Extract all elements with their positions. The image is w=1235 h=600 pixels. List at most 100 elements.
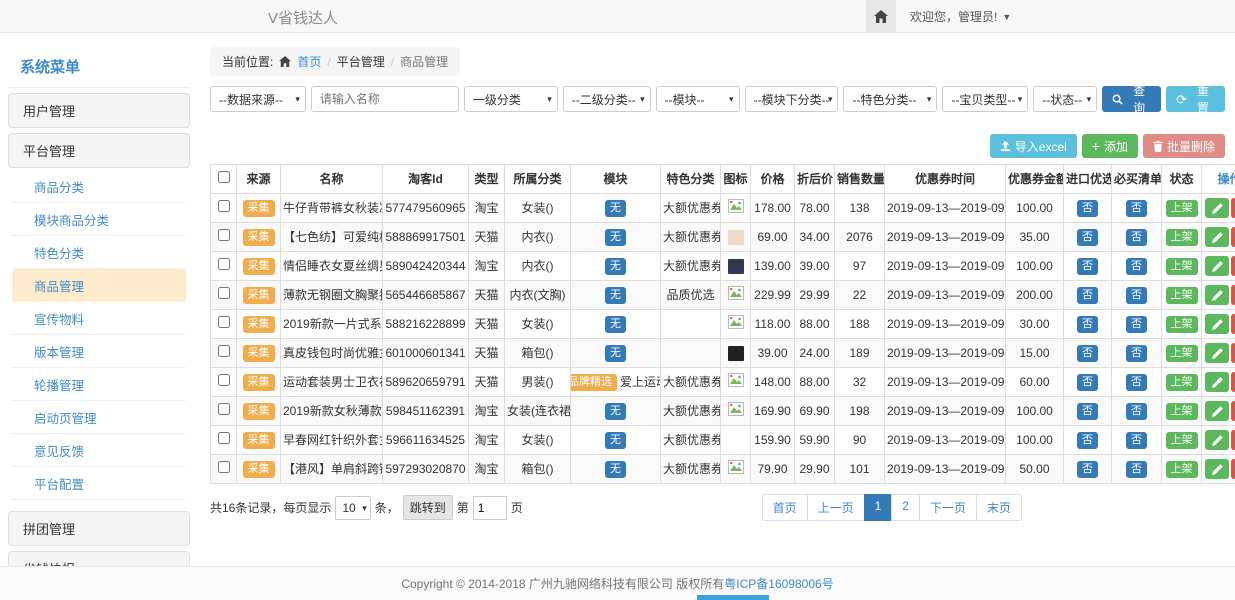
import-select-badge[interactable]: 否 <box>1077 374 1098 391</box>
sidebar-item-平台配置[interactable]: 平台配置 <box>12 467 186 500</box>
edit-button[interactable] <box>1205 285 1229 305</box>
row-checkbox[interactable] <box>218 258 230 270</box>
edit-button[interactable] <box>1205 343 1229 363</box>
edit-button[interactable] <box>1205 198 1229 218</box>
sidebar-item-模块商品分类[interactable]: 模块商品分类 <box>12 203 186 236</box>
import-select-badge[interactable]: 否 <box>1077 229 1098 246</box>
must-buy-badge[interactable]: 否 <box>1126 200 1147 217</box>
filter-select-data-source[interactable]: --数据来源-- <box>210 86 306 112</box>
must-buy-badge[interactable]: 否 <box>1126 432 1147 449</box>
sidebar-item-轮播管理[interactable]: 轮播管理 <box>12 368 186 401</box>
row-checkbox[interactable] <box>218 229 230 241</box>
import-select-badge[interactable]: 否 <box>1077 403 1098 420</box>
pager-item-1[interactable]: 1 <box>864 494 893 521</box>
import-select-badge[interactable]: 否 <box>1077 316 1098 333</box>
status-badge[interactable]: 上架 <box>1166 345 1198 362</box>
must-buy-badge[interactable]: 否 <box>1126 229 1147 246</box>
must-buy-badge[interactable]: 否 <box>1126 316 1147 333</box>
sidebar-item-版本管理[interactable]: 版本管理 <box>12 335 186 368</box>
edit-button[interactable] <box>1205 256 1229 276</box>
sidebar-item-宣传物料[interactable]: 宣传物料 <box>12 302 186 335</box>
bulk-delete-button[interactable]: 批量删除 <box>1143 134 1225 158</box>
must-buy-badge[interactable]: 否 <box>1126 345 1147 362</box>
status-badge[interactable]: 上架 <box>1166 287 1198 304</box>
delete-button[interactable] <box>1231 372 1235 392</box>
must-buy-badge[interactable]: 否 <box>1126 403 1147 420</box>
user-menu[interactable]: 欢迎您，管理员! ▼ <box>910 8 1011 25</box>
edit-button[interactable] <box>1205 430 1229 450</box>
import-select-badge[interactable]: 否 <box>1077 461 1098 478</box>
row-checkbox[interactable] <box>218 345 230 357</box>
status-badge[interactable]: 上架 <box>1166 316 1198 333</box>
page-size-select[interactable]: 10 <box>335 496 370 520</box>
status-badge[interactable]: 上架 <box>1166 258 1198 275</box>
delete-button[interactable] <box>1231 343 1235 363</box>
delete-button[interactable] <box>1231 285 1235 305</box>
import-select-badge[interactable]: 否 <box>1077 258 1098 275</box>
filter-select-status[interactable]: --状态-- <box>1033 86 1097 112</box>
pager-item-下一页[interactable]: 下一页 <box>919 494 977 521</box>
sidebar-group-平台管理[interactable]: 平台管理 <box>8 133 190 168</box>
filter-select-item-type[interactable]: --宝贝类型-- <box>942 86 1028 112</box>
must-buy-badge[interactable]: 否 <box>1126 258 1147 275</box>
delete-button[interactable] <box>1231 314 1235 334</box>
pager-item-上一页[interactable]: 上一页 <box>807 494 865 521</box>
must-buy-badge[interactable]: 否 <box>1126 287 1147 304</box>
row-checkbox[interactable] <box>218 374 230 386</box>
import-select-badge[interactable]: 否 <box>1077 345 1098 362</box>
filter-select-level2-category[interactable]: --二级分类-- <box>563 86 651 112</box>
filter-select-feature-category[interactable]: --特色分类-- <box>843 86 937 112</box>
status-badge[interactable]: 上架 <box>1166 461 1198 478</box>
delete-button[interactable] <box>1231 401 1235 421</box>
delete-button[interactable] <box>1231 430 1235 450</box>
edit-button[interactable] <box>1205 372 1229 392</box>
row-checkbox[interactable] <box>218 200 230 212</box>
row-checkbox[interactable] <box>218 432 230 444</box>
breadcrumb-home-link[interactable]: 首页 <box>297 53 321 70</box>
sidebar-group-拼团管理[interactable]: 拼团管理 <box>8 511 190 546</box>
home-button[interactable] <box>866 0 896 33</box>
sidebar-item-商品管理[interactable]: 商品管理 <box>12 269 186 302</box>
reset-button[interactable]: ⟳重置 <box>1166 86 1225 112</box>
jump-page-input[interactable] <box>473 496 507 520</box>
delete-button[interactable] <box>1231 459 1235 479</box>
delete-button[interactable] <box>1231 256 1235 276</box>
delete-button[interactable] <box>1231 227 1235 247</box>
jump-button[interactable]: 跳转到 <box>403 495 453 520</box>
edit-button[interactable] <box>1205 314 1229 334</box>
status-badge[interactable]: 上架 <box>1166 229 1198 246</box>
sidebar-item-特色分类[interactable]: 特色分类 <box>12 236 186 269</box>
select-all-checkbox[interactable] <box>218 171 230 183</box>
filter-select-module-subcategory[interactable]: --模块下分类-- <box>745 86 839 112</box>
pager-item-首页[interactable]: 首页 <box>762 494 808 521</box>
import-excel-button[interactable]: 导入excel <box>990 134 1077 158</box>
import-select-badge[interactable]: 否 <box>1077 200 1098 217</box>
status-badge[interactable]: 上架 <box>1166 200 1198 217</box>
row-checkbox[interactable] <box>218 403 230 415</box>
pager-item-末页[interactable]: 末页 <box>976 494 1022 521</box>
edit-button[interactable] <box>1205 227 1229 247</box>
sidebar-item-商品分类[interactable]: 商品分类 <box>12 170 186 203</box>
sidebar-group-用户管理[interactable]: 用户管理 <box>8 93 190 128</box>
row-checkbox[interactable] <box>218 461 230 473</box>
sidebar-item-意见反馈[interactable]: 意见反馈 <box>12 434 186 467</box>
edit-button[interactable] <box>1205 401 1229 421</box>
name-search-input[interactable] <box>311 86 459 112</box>
must-buy-badge[interactable]: 否 <box>1126 461 1147 478</box>
status-badge[interactable]: 上架 <box>1166 432 1198 449</box>
import-select-badge[interactable]: 否 <box>1077 432 1098 449</box>
row-checkbox[interactable] <box>218 287 230 299</box>
status-badge[interactable]: 上架 <box>1166 374 1198 391</box>
add-button[interactable]: + 添加 <box>1082 134 1138 158</box>
filter-select-module[interactable]: --模块-- <box>656 86 740 112</box>
query-button[interactable]: 查询 <box>1102 86 1161 112</box>
row-checkbox[interactable] <box>218 316 230 328</box>
edit-button[interactable] <box>1205 459 1229 479</box>
filter-select-level1-category[interactable]: 一级分类 <box>464 86 558 112</box>
import-select-badge[interactable]: 否 <box>1077 287 1098 304</box>
delete-button[interactable] <box>1231 198 1235 218</box>
status-badge[interactable]: 上架 <box>1166 403 1198 420</box>
pager-item-2[interactable]: 2 <box>891 494 920 521</box>
sidebar-item-启动页管理[interactable]: 启动页管理 <box>12 401 186 434</box>
must-buy-badge[interactable]: 否 <box>1126 374 1147 391</box>
